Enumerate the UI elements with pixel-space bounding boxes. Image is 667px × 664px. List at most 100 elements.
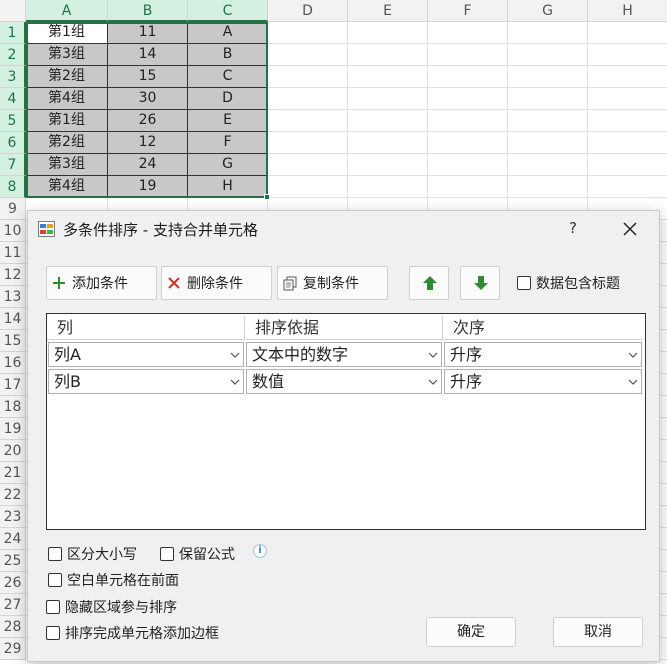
cell-e1[interactable] bbox=[348, 22, 428, 44]
cell-f1[interactable] bbox=[428, 22, 508, 44]
grid-row2-basis-select[interactable]: 数值 bbox=[246, 369, 442, 394]
cell-c8[interactable]: H bbox=[188, 176, 268, 198]
cell-h3[interactable] bbox=[588, 66, 667, 88]
row-header-20[interactable]: 20 bbox=[0, 440, 26, 462]
add-border-checkbox[interactable] bbox=[46, 626, 60, 640]
row-header-9[interactable]: 9 bbox=[0, 198, 26, 220]
cell-a8[interactable]: 第4组 bbox=[26, 176, 108, 198]
cell-g4[interactable] bbox=[508, 88, 588, 110]
help-button[interactable]: ? bbox=[566, 219, 580, 237]
cell-g5[interactable] bbox=[508, 110, 588, 132]
cancel-button[interactable]: 取消 bbox=[553, 617, 643, 647]
cell-f7[interactable] bbox=[428, 154, 508, 176]
cell-e2[interactable] bbox=[348, 44, 428, 66]
row-header-24[interactable]: 24 bbox=[0, 528, 26, 550]
cell-d6[interactable] bbox=[268, 132, 348, 154]
hidden-sort-checkbox[interactable] bbox=[46, 600, 60, 614]
cell-f4[interactable] bbox=[428, 88, 508, 110]
cell-g6[interactable] bbox=[508, 132, 588, 154]
blank-first-option[interactable]: 空白单元格在前面 bbox=[48, 570, 179, 590]
column-header-d[interactable]: D bbox=[268, 0, 348, 22]
cell-a5[interactable]: 第1组 bbox=[26, 110, 108, 132]
cell-a1[interactable]: 第1组 bbox=[26, 22, 108, 44]
cell-a7[interactable]: 第3组 bbox=[26, 154, 108, 176]
row-header-19[interactable]: 19 bbox=[0, 418, 26, 440]
cell-f2[interactable] bbox=[428, 44, 508, 66]
header-checkbox-row[interactable]: 数据包含标题 bbox=[517, 273, 620, 293]
keep-formula-option[interactable]: 保留公式 bbox=[160, 544, 235, 564]
select-all-corner[interactable] bbox=[0, 0, 26, 22]
cell-b6[interactable]: 12 bbox=[108, 132, 188, 154]
case-sensitive-checkbox[interactable] bbox=[48, 547, 62, 561]
case-sensitive-option[interactable]: 区分大小写 bbox=[48, 544, 137, 564]
cell-b3[interactable]: 15 bbox=[108, 66, 188, 88]
row-header-15[interactable]: 15 bbox=[0, 330, 26, 352]
cell-d4[interactable] bbox=[268, 88, 348, 110]
row-header-1[interactable]: 1 bbox=[0, 22, 26, 44]
cell-h8[interactable] bbox=[588, 176, 667, 198]
cell-e7[interactable] bbox=[348, 154, 428, 176]
row-header-18[interactable]: 18 bbox=[0, 396, 26, 418]
row-header-28[interactable]: 28 bbox=[0, 616, 26, 638]
row-header-12[interactable]: 12 bbox=[0, 264, 26, 286]
row-header-14[interactable]: 14 bbox=[0, 308, 26, 330]
grid-row1-column-select[interactable]: 列A bbox=[48, 342, 244, 367]
cell-b8[interactable]: 19 bbox=[108, 176, 188, 198]
cell-c5[interactable]: E bbox=[188, 110, 268, 132]
row-header-26[interactable]: 26 bbox=[0, 572, 26, 594]
cell-g8[interactable] bbox=[508, 176, 588, 198]
header-checkbox[interactable] bbox=[517, 276, 531, 290]
cell-f8[interactable] bbox=[428, 176, 508, 198]
close-icon[interactable] bbox=[618, 217, 642, 241]
row-header-27[interactable]: 27 bbox=[0, 594, 26, 616]
cell-c4[interactable]: D bbox=[188, 88, 268, 110]
cell-b7[interactable]: 24 bbox=[108, 154, 188, 176]
row-header-22[interactable]: 22 bbox=[0, 484, 26, 506]
row-header-5[interactable]: 5 bbox=[0, 110, 26, 132]
row-header-23[interactable]: 23 bbox=[0, 506, 26, 528]
hidden-sort-option[interactable]: 隐藏区域参与排序 bbox=[46, 597, 177, 617]
add-border-option[interactable]: 排序完成单元格添加边框 bbox=[46, 623, 219, 643]
add-condition-button[interactable]: 添加条件 bbox=[46, 266, 157, 300]
cell-b5[interactable]: 26 bbox=[108, 110, 188, 132]
cell-g1[interactable] bbox=[508, 22, 588, 44]
row-header-2[interactable]: 2 bbox=[0, 44, 26, 66]
row-header-4[interactable]: 4 bbox=[0, 88, 26, 110]
cell-g2[interactable] bbox=[508, 44, 588, 66]
cell-d7[interactable] bbox=[268, 154, 348, 176]
cell-c6[interactable]: F bbox=[188, 132, 268, 154]
cell-f5[interactable] bbox=[428, 110, 508, 132]
column-header-f[interactable]: F bbox=[428, 0, 508, 22]
column-header-h[interactable]: H bbox=[588, 0, 667, 22]
blank-first-checkbox[interactable] bbox=[48, 573, 62, 587]
cell-e8[interactable] bbox=[348, 176, 428, 198]
grid-row2-column-select[interactable]: 列B bbox=[48, 369, 244, 394]
cell-e4[interactable] bbox=[348, 88, 428, 110]
row-header-17[interactable]: 17 bbox=[0, 374, 26, 396]
cell-b2[interactable]: 14 bbox=[108, 44, 188, 66]
row-header-21[interactable]: 21 bbox=[0, 462, 26, 484]
cell-a3[interactable]: 第2组 bbox=[26, 66, 108, 88]
cell-h7[interactable] bbox=[588, 154, 667, 176]
column-header-g[interactable]: G bbox=[508, 0, 588, 22]
cell-c3[interactable]: C bbox=[188, 66, 268, 88]
row-header-25[interactable]: 25 bbox=[0, 550, 26, 572]
cell-c7[interactable]: G bbox=[188, 154, 268, 176]
grid-row1-basis-select[interactable]: 文本中的数字 bbox=[246, 342, 442, 367]
row-header-13[interactable]: 13 bbox=[0, 286, 26, 308]
move-up-button[interactable] bbox=[409, 266, 449, 300]
cell-g3[interactable] bbox=[508, 66, 588, 88]
move-down-button[interactable] bbox=[460, 266, 500, 300]
cell-f3[interactable] bbox=[428, 66, 508, 88]
row-header-7[interactable]: 7 bbox=[0, 154, 26, 176]
fill-handle[interactable] bbox=[264, 194, 270, 200]
cell-a6[interactable]: 第2组 bbox=[26, 132, 108, 154]
delete-condition-button[interactable]: 删除条件 bbox=[161, 266, 272, 300]
row-header-29[interactable]: 29 bbox=[0, 638, 26, 660]
cell-e3[interactable] bbox=[348, 66, 428, 88]
info-icon[interactable]: i bbox=[253, 544, 267, 558]
cell-a4[interactable]: 第4组 bbox=[26, 88, 108, 110]
cell-e5[interactable] bbox=[348, 110, 428, 132]
column-header-e[interactable]: E bbox=[348, 0, 428, 22]
cell-h5[interactable] bbox=[588, 110, 667, 132]
